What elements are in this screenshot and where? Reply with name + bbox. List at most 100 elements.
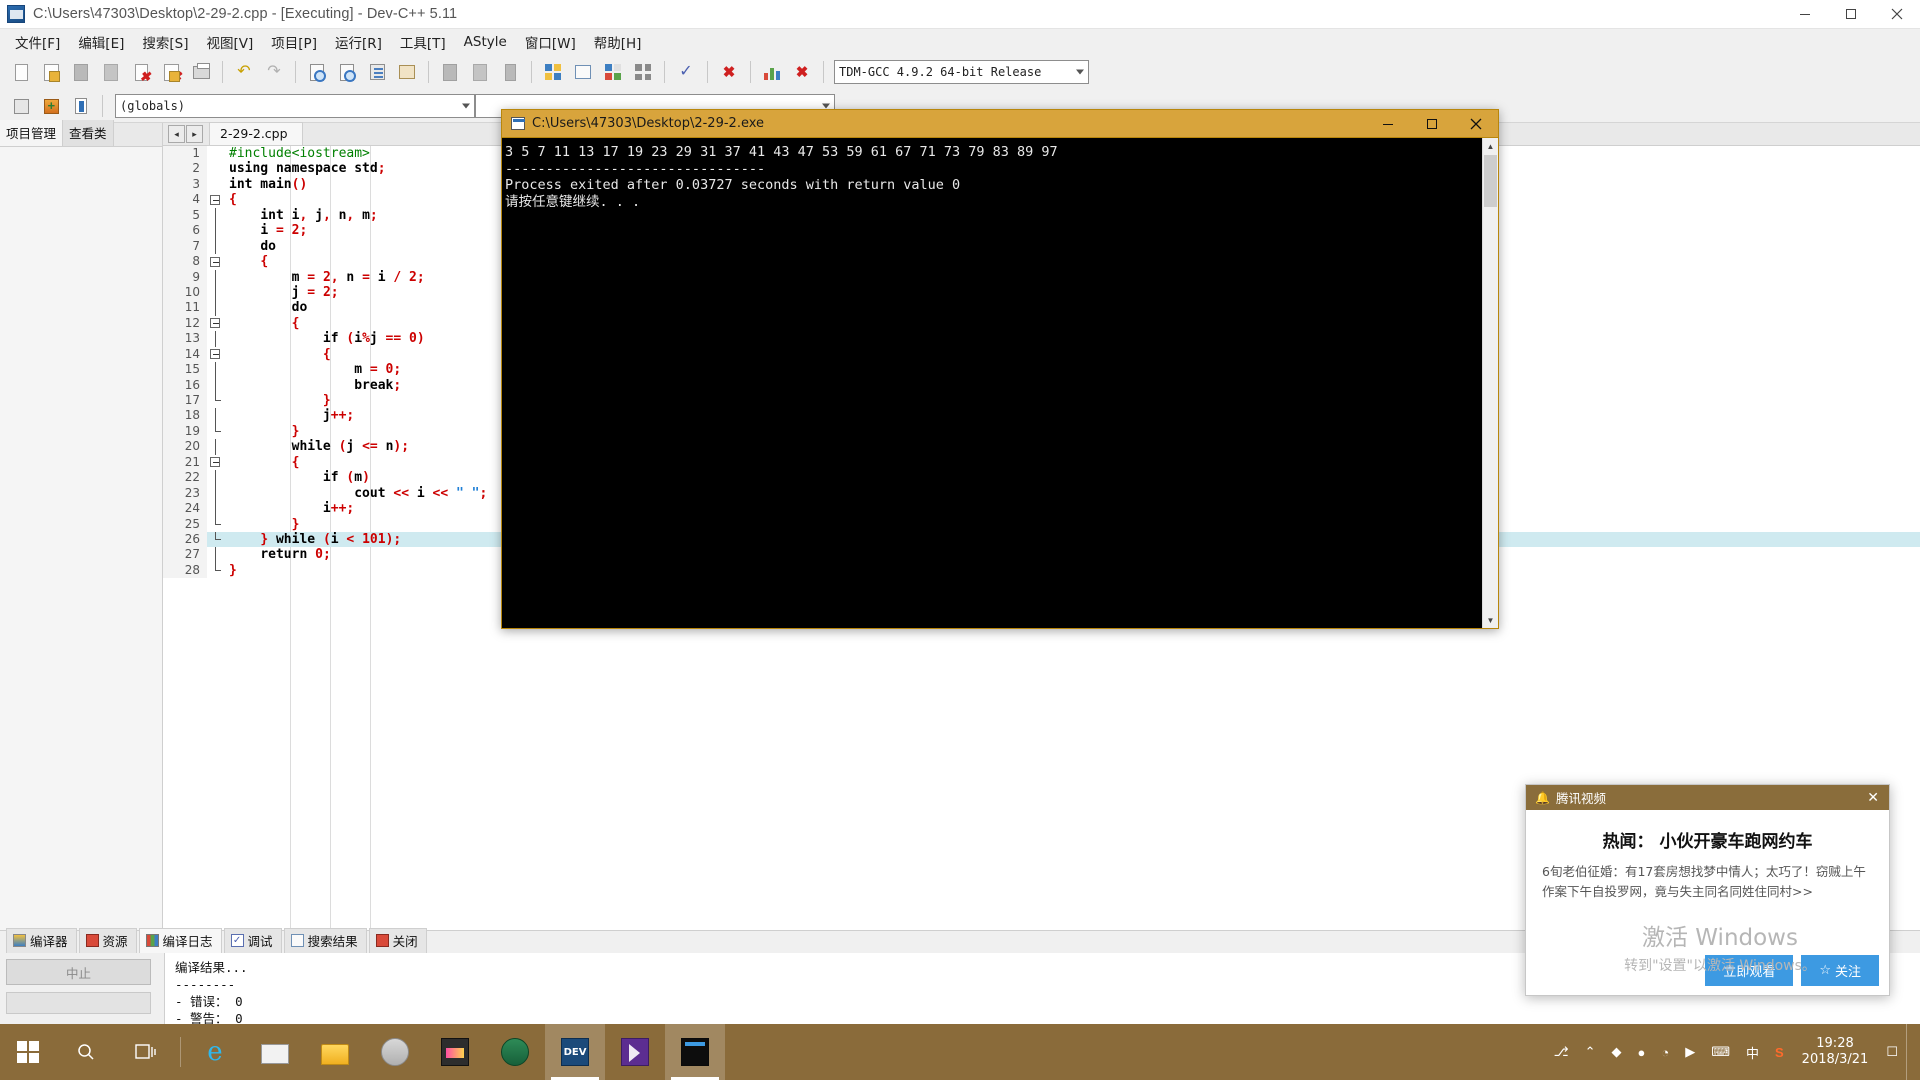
taskbar-explorer[interactable] [305,1024,365,1080]
tab-close-panel[interactable]: 关闭 [368,928,427,953]
toolbar-separator [664,61,665,83]
minimize-button[interactable] [1782,0,1828,29]
console-window[interactable]: C:\Users\47303\Desktop\2-29-2.exe 3 5 7 … [501,109,1499,629]
redo-icon[interactable]: ↷ [261,59,287,85]
tab-resource[interactable]: 资源 [78,928,137,953]
taskbar-app-green[interactable] [485,1024,545,1080]
delete-profile-icon[interactable]: ✖ [789,59,815,85]
new-project-icon[interactable] [540,59,566,85]
sidebar-item-project-manager[interactable]: 项目管理 [0,120,64,146]
undo-icon[interactable]: ↶ [231,59,257,85]
tab-scroll-next-button[interactable]: ▸ [186,125,203,143]
fold-toggle-icon[interactable] [207,254,225,270]
console-scroll-thumb[interactable] [1484,155,1497,207]
tab-debug[interactable]: ✓ 调试 [223,928,282,953]
close-button[interactable] [1874,0,1920,29]
taskbar-taskview[interactable] [116,1024,176,1080]
compile-icon[interactable]: ✓ [673,59,699,85]
menu-project[interactable]: 项目[P] [262,29,326,55]
tray-ime-icon[interactable]: 中 [1738,1043,1767,1062]
notification-popup[interactable]: 🔔 腾讯视频 ✕ 热闻： 小伙开豪车跑网约车 6旬老伯征婚：有17套房想找梦中情… [1525,784,1890,996]
scope-select[interactable]: (globals) [115,94,475,118]
tray-keyboard-icon[interactable]: ⌨ [1703,1044,1738,1060]
taskbar-app-circle[interactable] [365,1024,425,1080]
insert-icon[interactable] [8,93,34,119]
taskbar-console[interactable] [665,1024,725,1080]
menu-run[interactable]: 运行[R] [326,29,391,55]
taskbar-edge[interactable]: e [185,1024,245,1080]
menu-edit[interactable]: 编辑[E] [69,29,133,55]
forward-icon[interactable] [467,59,493,85]
toggle-browser-icon[interactable] [68,93,94,119]
new-file-icon[interactable] [8,59,34,85]
save-all-icon[interactable] [98,59,124,85]
menu-help[interactable]: 帮助[H] [585,29,651,55]
taskbar-vs[interactable] [605,1024,665,1080]
goto-line-icon[interactable] [394,59,420,85]
notification-center-icon[interactable]: ☐ [1878,1044,1906,1060]
notification-actions: 立即观看 ☆ 关注 [1705,955,1879,986]
close-all-icon[interactable]: ✖ [158,59,184,85]
console-maximize-button[interactable] [1410,110,1454,138]
taskbar-search[interactable] [56,1024,116,1080]
project-options-icon[interactable] [570,59,596,85]
tray-qq-icon[interactable]: ● [1630,1045,1654,1060]
taskbar-devcpp[interactable]: DEV [545,1024,605,1080]
find-icon[interactable] [304,59,330,85]
save-file-icon[interactable] [68,59,94,85]
taskbar-app-pink[interactable] [425,1024,485,1080]
close-file-icon[interactable]: ✖ [128,59,154,85]
taskbar-mail[interactable] [245,1024,305,1080]
menu-file[interactable]: 文件[F] [6,29,69,55]
add-to-project-icon[interactable] [38,93,64,119]
console-minimize-button[interactable] [1366,110,1410,138]
console-scrollbar[interactable]: ▲ ▼ [1482,138,1498,628]
editor-tab-file[interactable]: 2-29-2.cpp [209,122,303,145]
project-manager-icon[interactable] [600,59,626,85]
tab-compiler[interactable]: 编译器 [6,928,77,953]
tray-volume-icon[interactable]: ▶ [1677,1044,1703,1060]
profile-icon[interactable] [759,59,785,85]
fold-toggle-icon[interactable] [207,192,225,208]
scroll-down-icon[interactable]: ▼ [1483,612,1498,628]
layout-icon[interactable] [630,59,656,85]
watch-now-button[interactable]: 立即观看 [1705,955,1794,986]
tab-scroll-prev-button[interactable]: ◂ [168,125,185,143]
tray-sogou-icon[interactable]: S [1767,1045,1792,1060]
fold-toggle-icon[interactable] [207,346,225,363]
taskbar-clock[interactable]: 19:28 2018/3/21 [1792,1036,1879,1068]
menu-bar: 文件[F] 编辑[E] 搜索[S] 视图[V] 项目[P] 运行[R] 工具[T… [0,29,1920,54]
sidebar-item-class-browser[interactable]: 查看类 [63,120,114,146]
tab-search-results[interactable]: 搜索结果 [283,928,367,953]
abort-compile-button[interactable]: 中止 [6,959,151,985]
fold-toggle-icon[interactable] [207,454,225,471]
menu-tools[interactable]: 工具[T] [391,29,455,55]
show-desktop-button[interactable] [1906,1024,1916,1080]
line-number: 10 [163,284,207,301]
menu-astyle[interactable]: AStyle [455,31,516,53]
tray-network-icon[interactable]: ◔ [1653,1045,1677,1060]
follow-button[interactable]: ☆ 关注 [1801,955,1879,986]
print-icon[interactable] [188,59,214,85]
notification-close-button[interactable]: ✕ [1867,789,1879,806]
back-icon[interactable] [437,59,463,85]
menu-window[interactable]: 窗口[W] [516,29,585,55]
fold-toggle-icon[interactable] [207,315,225,332]
console-close-button[interactable] [1454,110,1498,138]
stop-execution-icon[interactable]: ✖ [716,59,742,85]
tab-close-panel-label: 关闭 [392,934,418,949]
tray-chevron-up-icon[interactable]: ⌃ [1577,1044,1604,1060]
compiler-set-select[interactable]: TDM-GCC 4.9.2 64-bit Release [834,60,1089,84]
tray-people-icon[interactable]: ⎇ [1546,1044,1577,1060]
start-button[interactable] [0,1024,56,1080]
find-next-icon[interactable] [334,59,360,85]
toggle-bookmark-icon[interactable] [497,59,523,85]
maximize-button[interactable] [1828,0,1874,29]
tab-compile-log[interactable]: 编译日志 [138,928,222,953]
tray-shield-icon[interactable]: ◆ [1604,1044,1630,1060]
menu-search[interactable]: 搜索[S] [133,29,197,55]
scroll-up-icon[interactable]: ▲ [1483,138,1498,154]
menu-view[interactable]: 视图[V] [198,29,263,55]
open-file-icon[interactable] [38,59,64,85]
replace-icon[interactable] [364,59,390,85]
